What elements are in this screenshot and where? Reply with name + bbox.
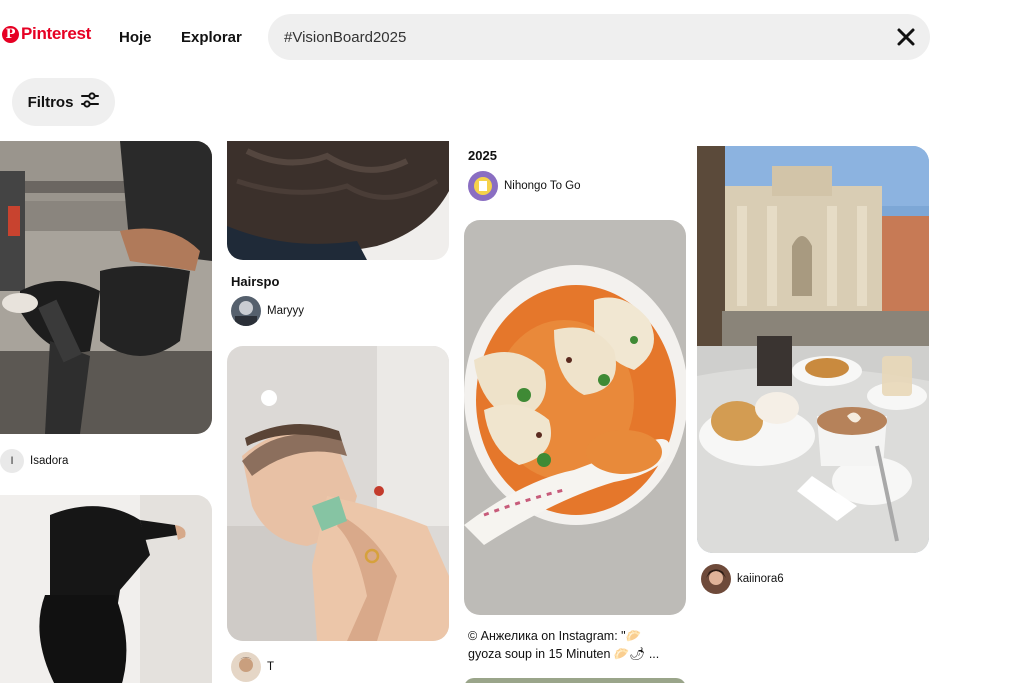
author-name: Nihongo To Go	[504, 180, 581, 192]
pin-title-hairspo[interactable]: Hairspo	[231, 273, 279, 291]
pinterest-logo-icon: P	[2, 25, 19, 43]
author-name: kaiinora6	[737, 573, 784, 585]
avatar: I	[0, 449, 24, 473]
pin-author-maryyy[interactable]: Maryyy	[231, 296, 304, 326]
top-header: P Pinterest Hoje Explorar	[0, 0, 1024, 76]
pin-image-gyoza-soup[interactable]	[464, 220, 686, 615]
pin-image-next[interactable]	[464, 678, 686, 683]
avatar	[701, 564, 731, 594]
search-bar	[268, 14, 930, 60]
pin-image-rome-cafe[interactable]	[697, 146, 929, 553]
pinterest-logo[interactable]: P Pinterest	[2, 24, 91, 44]
pin-description-line1: © Анжелика on Instagram: "🥟	[468, 629, 642, 643]
pin-title-2025[interactable]: 2025	[468, 147, 497, 165]
author-name: Maryyy	[267, 305, 305, 317]
author-name: Isadora	[30, 455, 69, 467]
filters-button[interactable]: Filtros	[12, 78, 115, 126]
pin-author-nihongo[interactable]: Nihongo To Go	[468, 171, 581, 201]
nav-hoje[interactable]: Hoje	[119, 29, 152, 46]
pin-image-selfcare[interactable]	[227, 346, 449, 641]
search-input[interactable]	[284, 14, 864, 60]
nav-explorar[interactable]: Explorar	[181, 29, 242, 46]
close-icon[interactable]	[894, 25, 918, 49]
pin-image-hair[interactable]	[227, 141, 449, 260]
pin-author-kaiinora6[interactable]: kaiinora6	[701, 564, 784, 594]
pin-author-t[interactable]: T	[231, 652, 274, 682]
pin-image-fitness[interactable]	[0, 495, 212, 683]
sliders-icon	[81, 91, 100, 113]
filters-label: Filtros	[27, 93, 74, 111]
avatar	[231, 652, 261, 682]
avatar	[231, 296, 261, 326]
pin-author-isadora[interactable]: I Isadora	[0, 449, 68, 473]
author-name: T	[267, 661, 275, 673]
avatar	[468, 171, 498, 201]
pin-description-line2: gyoza soup in 15 Minuten 🥟🌶 ...	[468, 647, 660, 661]
pin-image-gym[interactable]	[0, 141, 212, 434]
logo-text: Pinterest	[21, 24, 92, 43]
